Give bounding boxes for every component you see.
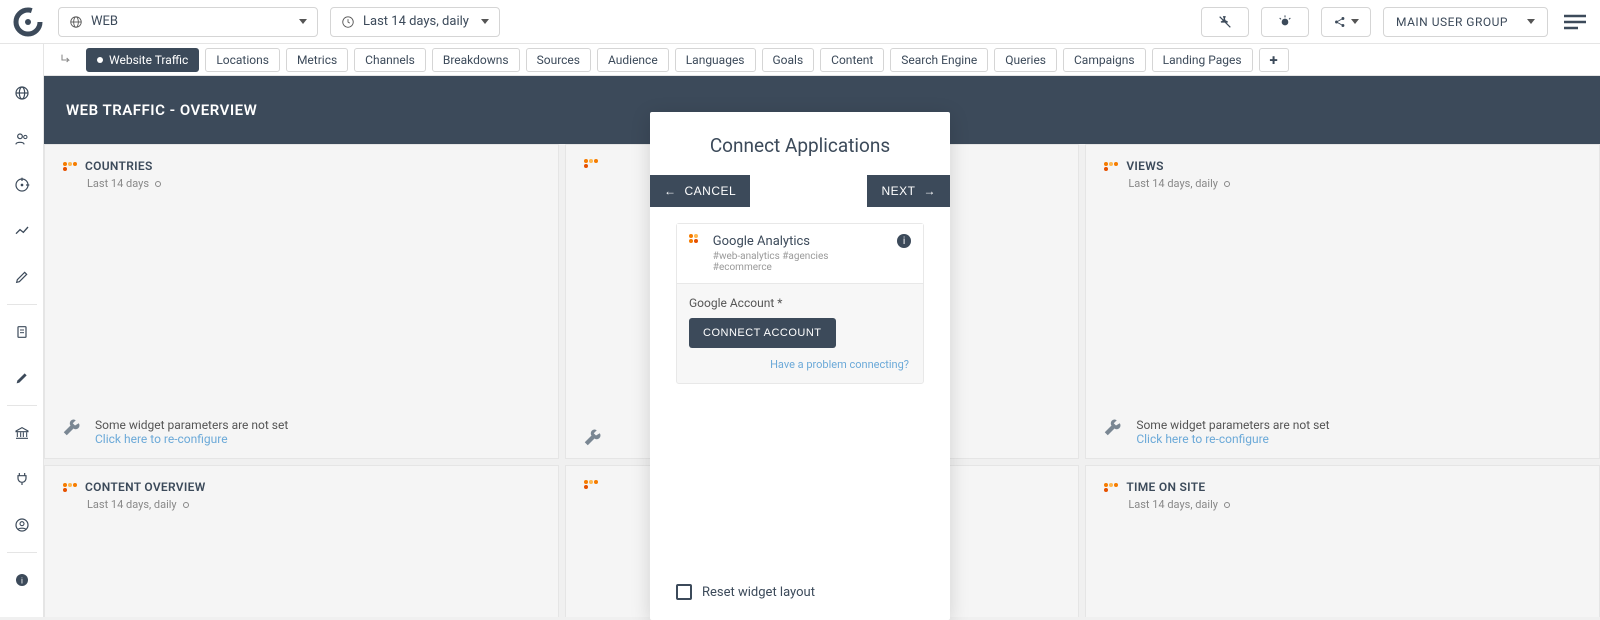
globe-icon [69,15,83,29]
share-icon [1333,15,1347,29]
widget-title: VIEWS [1126,159,1163,173]
wrench-icon[interactable] [584,428,602,446]
widget: VIEWS Last 14 days, daily Some widget para… [1085,144,1600,459]
widget: CONTENT OVERVIEW Last 14 days, daily [44,465,559,617]
widget-title: TIME ON SITE [1126,480,1205,494]
arrow-right-icon: → [924,184,937,198]
tab-languages[interactable]: Languages [675,48,756,72]
info-icon[interactable]: i [897,234,911,248]
widget-warning: Some widget parameters are not set [95,418,288,432]
sidebar-target[interactable] [13,176,31,194]
widget-warning: Some widget parameters are not set [1136,418,1329,432]
chevron-down-icon [299,19,307,24]
reset-layout-label: Reset widget layout [702,585,815,600]
help-link[interactable]: Have a problem connecting? [689,358,911,371]
chevron-down-icon [481,19,489,24]
wrench-icon[interactable] [1104,418,1122,436]
tab-audience[interactable]: Audience [597,48,669,72]
theme-button[interactable] [1261,7,1309,37]
subdir-icon [58,52,80,68]
widget-subtitle: Last 14 days, daily [87,498,540,511]
reconfigure-link[interactable]: Click here to re-configure [1136,432,1329,446]
account-field-label: Google Account * [689,296,911,310]
widget-subtitle: Last 14 days [87,177,540,190]
google-analytics-icon [63,162,77,171]
hamburger-icon [1564,13,1586,31]
google-analytics-icon [689,234,703,243]
connect-account-button[interactable]: CONNECT ACCOUNT [689,318,836,348]
modal-title: Connect Applications [650,112,950,175]
connect-applications-modal: Connect Applications ← CANCEL NEXT → Goo… [650,112,950,620]
daterange-dropdown[interactable]: Last 14 days, daily [330,7,500,37]
google-analytics-icon [584,159,598,168]
globe-small-icon [1224,502,1230,508]
scope-dropdown[interactable]: WEB [58,7,318,37]
tab-sources[interactable]: Sources [526,48,591,72]
reconfigure-link[interactable]: Click here to re-configure [95,432,288,446]
add-tab-button[interactable]: + [1259,48,1289,72]
pin-off-icon [1217,14,1233,30]
sidebar: i [0,44,44,617]
svg-text:i: i [21,575,23,585]
next-button[interactable]: NEXT → [867,175,950,207]
widget-title: COUNTRIES [85,159,153,173]
globe-small-icon [183,502,189,508]
reset-layout-checkbox[interactable] [676,584,692,600]
sidebar-edit[interactable] [13,268,31,286]
sidebar-pencil[interactable] [13,369,31,387]
wrench-icon[interactable] [63,418,81,436]
widget: COUNTRIES Last 14 days Some widget paramet… [44,144,559,459]
tab-goals[interactable]: Goals [762,48,815,72]
tab-metrics[interactable]: Metrics [286,48,348,72]
sidebar-info[interactable]: i [13,571,31,589]
widget: TIME ON SITE Last 14 days, daily [1085,465,1600,617]
sidebar-globe[interactable] [13,84,31,102]
sidebar-account[interactable] [13,516,31,534]
google-analytics-icon [1104,162,1118,171]
widget-subtitle: Last 14 days, daily [1128,177,1581,190]
tab-breakdowns[interactable]: Breakdowns [432,48,520,72]
cancel-button[interactable]: ← CANCEL [650,175,750,207]
app-card: Google Analytics #web-analytics #agencie… [676,223,924,384]
widget-subtitle: Last 14 days, daily [1128,498,1581,511]
sidebar-plug[interactable] [13,470,31,488]
tab-landing-pages[interactable]: Landing Pages [1152,48,1253,72]
tab-search-engine[interactable]: Search Engine [890,48,988,72]
menu-button[interactable] [1560,7,1590,37]
scope-label: WEB [91,14,118,29]
clock-icon [341,15,355,29]
google-analytics-icon [584,480,598,489]
tab-campaigns[interactable]: Campaigns [1063,48,1146,72]
chevron-down-icon [1527,19,1535,24]
usergroup-dropdown[interactable]: MAIN USER GROUP [1383,7,1548,37]
sidebar-clipboard[interactable] [13,323,31,341]
chevron-down-icon [1351,19,1359,24]
tab-content[interactable]: Content [820,48,884,72]
widget-title: CONTENT OVERVIEW [85,480,206,494]
globe-small-icon [1224,181,1230,187]
whiteboard-button[interactable] [1201,7,1249,37]
topbar: WEB Last 14 days, daily MAIN USER GROUP [0,0,1600,44]
sidebar-analytics[interactable] [13,222,31,240]
theme-icon [1277,14,1293,30]
sidebar-users[interactable] [13,130,31,148]
globe-small-icon [155,181,161,187]
tab-channels[interactable]: Channels [354,48,426,72]
tab-queries[interactable]: Queries [994,48,1057,72]
tab-website-traffic[interactable]: Website Traffic [86,48,199,72]
sidebar-bank[interactable] [13,424,31,442]
google-analytics-icon [1104,483,1118,492]
share-dropdown[interactable] [1321,7,1371,37]
app-name: Google Analytics [713,234,887,249]
daterange-label: Last 14 days, daily [363,14,469,29]
google-analytics-icon [63,483,77,492]
usergroup-label: MAIN USER GROUP [1396,15,1508,29]
app-logo [10,4,46,40]
arrow-left-icon: ← [664,184,677,198]
tab-locations[interactable]: Locations [205,48,280,72]
tab-row: Website TrafficLocationsMetricsChannelsB… [44,44,1600,76]
app-tags: #web-analytics #agencies #ecommerce [713,251,887,273]
